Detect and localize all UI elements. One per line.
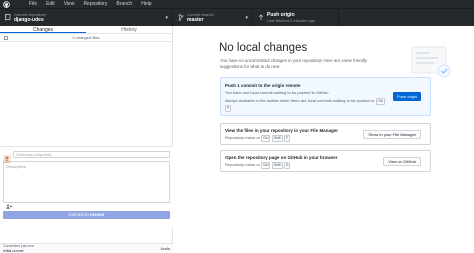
last-commit-label: Committed just now — [3, 244, 34, 248]
chevron-down-icon: ▾ — [245, 14, 248, 21]
commit-summary-input[interactable] — [13, 150, 170, 158]
push-arrow-icon — [257, 14, 265, 22]
title-bar: File Edit View Repository Branch Help — [0, 0, 474, 8]
shortcut-key-g: G — [283, 162, 291, 169]
chevron-down-icon: ▾ — [165, 14, 168, 21]
shortcut-key-shift: Shift — [271, 135, 283, 142]
commit-button-prefix: Commit to — [68, 212, 89, 217]
current-branch-button[interactable]: Current branch master ▾ — [173, 9, 253, 26]
push-card-hint-text: Always available in the toolbar when the… — [225, 98, 375, 103]
commit-description-field[interactable]: Description — [3, 161, 170, 209]
add-coauthor-icon[interactable] — [6, 196, 13, 209]
current-repository-button[interactable]: Current repository django-udes ▾ — [0, 9, 173, 26]
github-suggestion-card: Open the repository page on GitHub in yo… — [220, 150, 431, 172]
page-title: No local changes — [219, 42, 308, 54]
push-card-hint: Always available in the toolbar when the… — [225, 98, 385, 112]
menu-help[interactable]: Help — [141, 0, 151, 8]
menu-bar: File Edit View Repository Branch Help — [29, 0, 160, 8]
file-manager-suggestion-card: View the files in your repository in you… — [220, 123, 431, 145]
shortcut-key-p: P — [225, 105, 232, 112]
menu-edit[interactable]: Edit — [46, 0, 55, 8]
undo-button[interactable]: Undo — [160, 246, 170, 251]
changes-list — [0, 42, 172, 154]
files-card-menu-text: Repository menu or — [225, 135, 260, 140]
shortcut-key-ctrl: Ctrl — [261, 162, 271, 169]
menu-file[interactable]: File — [29, 0, 37, 8]
commit-button[interactable]: Commit to master — [3, 211, 170, 219]
main-panel: No local changes You have no uncommitted… — [174, 26, 474, 253]
show-in-file-manager-button[interactable]: Show in your File Manager — [363, 130, 421, 139]
push-origin-card-button[interactable]: Push origin — [392, 92, 421, 101]
sidebar-tabs: Changes History — [0, 26, 172, 34]
browser-card-hint: Repository menu or Ctrl Shift G — [225, 162, 291, 169]
files-card-title: View the files in your repository in you… — [225, 128, 338, 133]
github-desktop-logo-icon — [2, 0, 10, 8]
shortcut-key-ctrl: Ctrl — [375, 98, 385, 105]
shortcut-key-f: F — [283, 135, 290, 142]
toolbar: Current repository django-udes ▾ Current… — [0, 8, 474, 26]
files-card-hint: Repository menu or Ctrl Shift F — [225, 135, 290, 142]
intro-text: You have no uncommitted changes in your … — [220, 58, 367, 69]
menu-repository[interactable]: Repository — [83, 0, 107, 8]
repo-icon — [4, 14, 12, 22]
tab-changes[interactable]: Changes — [0, 26, 86, 33]
push-suggestion-card: Push 1 commit to the origin remote You h… — [220, 77, 431, 116]
branch-name: master — [187, 17, 204, 23]
menu-view[interactable]: View — [64, 0, 75, 8]
repository-name: django-udes — [14, 17, 44, 23]
menu-branch[interactable]: Branch — [116, 0, 132, 8]
commit-form: Description Commit to master — [0, 146, 173, 227]
shortcut-key-ctrl: Ctrl — [261, 135, 271, 142]
avatar — [3, 150, 11, 163]
last-commit-bar: Committed just now Initial commit Undo — [0, 243, 173, 253]
push-card-description: You have one local commit waiting to be … — [225, 90, 329, 95]
push-origin-button[interactable]: Push origin Last fetched 2 minutes ago — [253, 9, 339, 26]
tab-history[interactable]: History — [86, 26, 172, 33]
last-commit-title: Initial commit — [3, 249, 24, 253]
commit-button-branch: master — [90, 212, 105, 217]
changed-files-header: 0 changed files — [0, 34, 172, 42]
browser-card-menu-text: Repository menu or — [225, 162, 260, 167]
shortcut-key-shift: Shift — [271, 162, 283, 169]
view-on-github-button[interactable]: View on GitHub — [383, 157, 421, 166]
last-fetched-text: Last fetched 2 minutes ago — [267, 18, 316, 23]
description-placeholder: Description — [6, 164, 27, 169]
branch-icon — [177, 14, 185, 22]
browser-card-title: Open the repository page on GitHub in yo… — [225, 155, 338, 160]
push-card-title: Push 1 commit to the origin remote — [225, 83, 301, 88]
empty-state-illustration-icon — [404, 41, 454, 81]
changed-files-count: 0 changed files — [72, 35, 100, 40]
